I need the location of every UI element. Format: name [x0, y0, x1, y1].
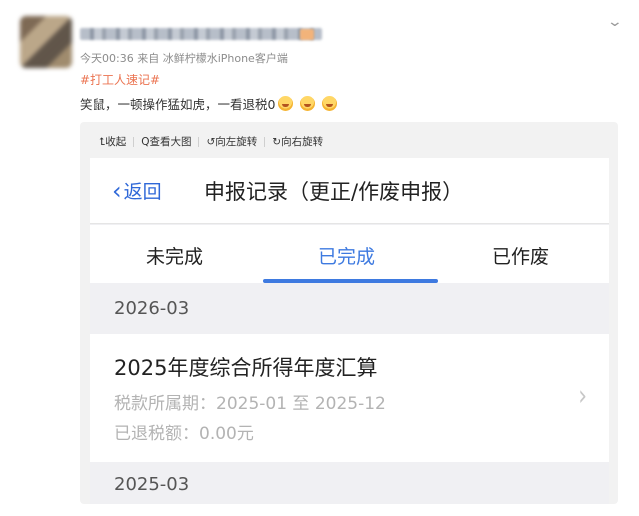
post-text: 笑鼠，一顿操作猛如虎，一看退税0	[80, 94, 338, 113]
tab-bar: 未完成 已完成 已作废	[90, 225, 609, 283]
username-blurred[interactable]	[80, 28, 322, 40]
back-button[interactable]: ‹ 返回	[112, 177, 162, 204]
view-large-button[interactable]: Q查看大图	[141, 134, 191, 149]
record-period: 税款所属期：2025-01 至 2025-12	[114, 394, 386, 414]
back-label: 返回	[123, 181, 162, 203]
image-toolbar: ⮤收起 Q查看大图 ↺向左旋转 ↻向右旋转	[99, 134, 323, 149]
toolbar-divider	[264, 136, 266, 147]
month-header: 2026-03	[114, 298, 190, 319]
active-tab-indicator	[263, 279, 438, 283]
post-text-content: 笑鼠，一顿操作猛如虎，一看退税0	[80, 97, 276, 112]
tab-completed[interactable]: 已完成	[318, 242, 375, 269]
record-item[interactable]: 2025年度综合所得年度汇算 税款所属期：2025-01 至 2025-12 已…	[90, 334, 609, 462]
laugh-cry-emoji-icon	[322, 96, 338, 111]
collapse-button[interactable]: ⮤收起	[99, 134, 126, 149]
page-title: 申报记录（更正/作废申报）	[204, 180, 464, 204]
toolbar-divider	[198, 136, 200, 147]
rotate-left-button[interactable]: ↺向左旋转	[206, 134, 257, 149]
toolbar-divider	[133, 136, 135, 147]
laugh-cry-emoji-icon	[278, 96, 294, 111]
avatar[interactable]	[20, 16, 72, 68]
month-header: 2025-03	[114, 474, 190, 495]
chevron-left-icon: ‹	[112, 176, 122, 205]
tab-voided[interactable]: 已作废	[492, 242, 549, 269]
hashtag-link[interactable]: #打工人速记#	[80, 71, 160, 88]
screenshot-image[interactable]: ‹ 返回 申报记录（更正/作废申报） 未完成 已完成 已作废 2026-03 2…	[90, 158, 609, 504]
post-meta: 今天00:36 来自 冰鲜柠檬水iPhone客户端	[80, 52, 288, 65]
record-refund-amount: 已退税额：0.00元	[114, 424, 254, 444]
chevron-down-icon[interactable]: ⌄	[607, 14, 623, 30]
image-viewer: ⮤收起 Q查看大图 ↺向左旋转 ↻向右旋转 ‹ 返回 申报记录（更正/作废申报）…	[80, 122, 618, 504]
laugh-cry-emoji-icon	[300, 96, 316, 111]
user-badge-icon	[300, 29, 314, 40]
tab-incomplete[interactable]: 未完成	[146, 242, 203, 269]
rotate-right-button[interactable]: ↻向右旋转	[272, 134, 323, 149]
chevron-right-icon: ›	[578, 380, 587, 413]
record-title: 2025年度综合所得年度汇算	[114, 356, 378, 380]
nav-bar: ‹ 返回 申报记录（更正/作废申报）	[90, 158, 609, 224]
